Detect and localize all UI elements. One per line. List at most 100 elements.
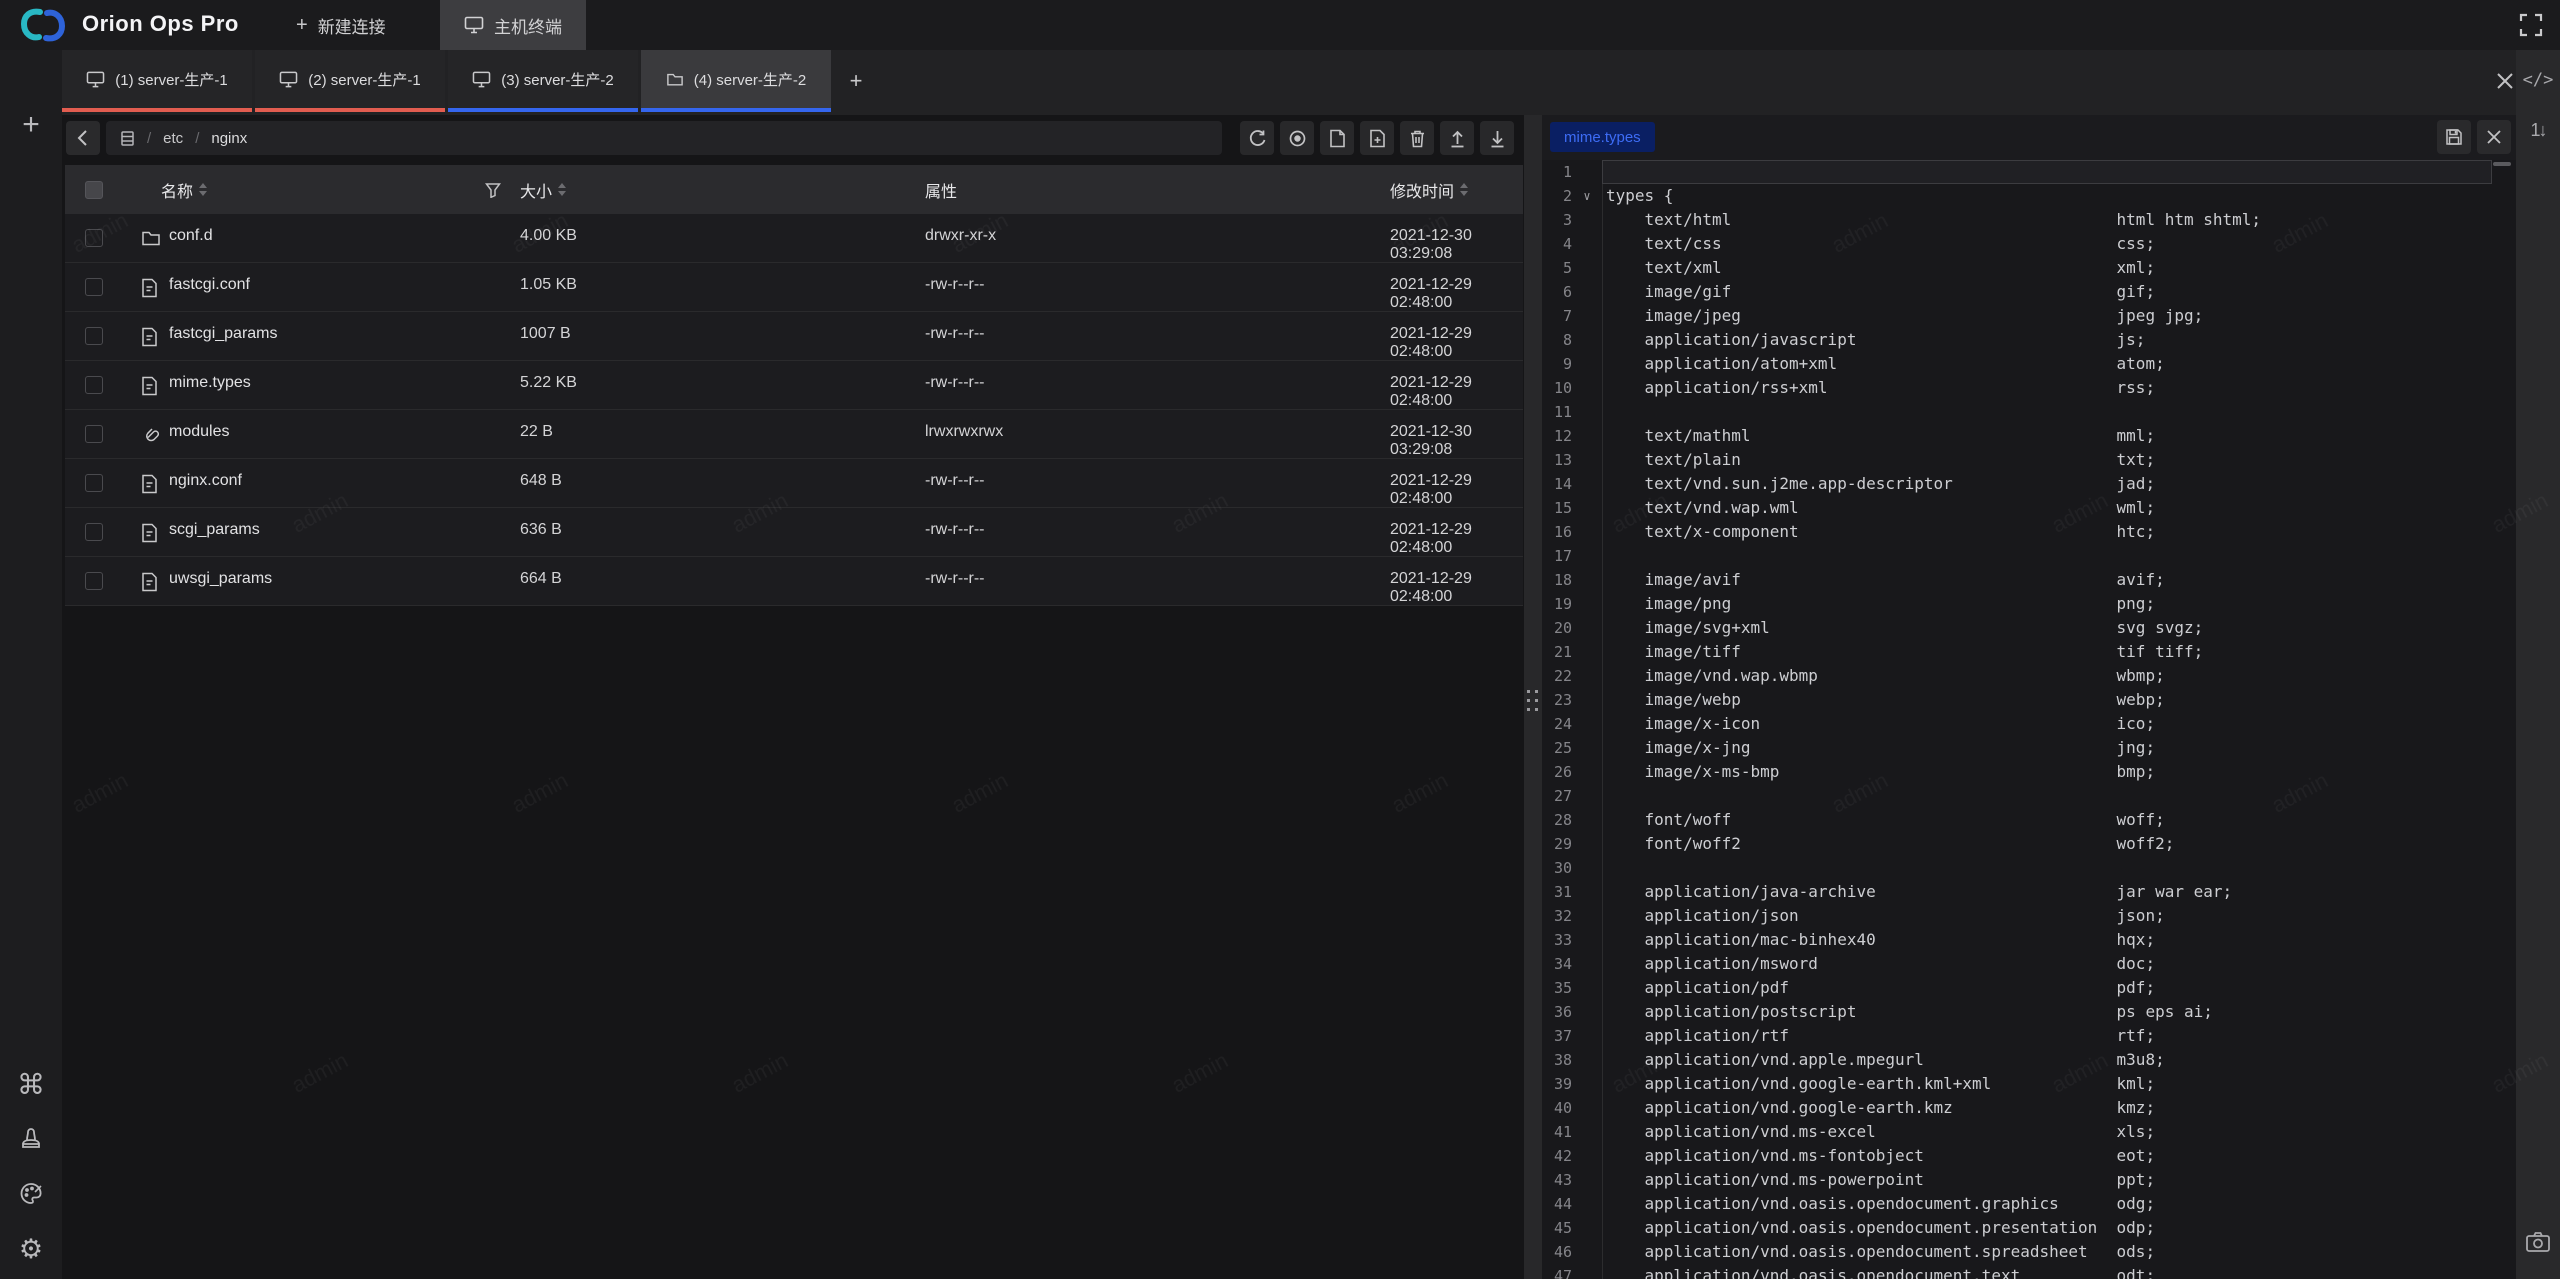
fold-chevron-icon[interactable] [1572,1240,1602,1264]
table-row[interactable]: conf.d 4.00 KB drwxr-xr-x 2021-12-30 03:… [65,214,1523,263]
fullscreen-icon[interactable] [2518,12,2544,38]
fold-chevron-icon[interactable] [1572,1216,1602,1240]
row-checkbox[interactable] [85,425,103,443]
fold-chevron-icon[interactable] [1572,328,1602,352]
fold-chevron-icon[interactable] [1572,1024,1602,1048]
fold-chevron-icon[interactable]: ∨ [1572,184,1602,208]
row-checkbox[interactable] [85,376,103,394]
fold-chevron-icon[interactable] [1572,736,1602,760]
upload-icon[interactable] [1440,121,1474,155]
panel-splitter[interactable] [1524,115,1542,1279]
fold-chevron-icon[interactable] [1572,568,1602,592]
sort-icon[interactable] [558,183,566,196]
fold-chevron-icon[interactable] [1572,904,1602,928]
fold-chevron-icon[interactable] [1572,376,1602,400]
fold-chevron-icon[interactable] [1572,160,1602,184]
new-file-icon[interactable] [1320,121,1354,155]
select-all-checkbox[interactable] [85,181,103,199]
refresh-icon[interactable] [1240,121,1274,155]
table-row[interactable]: mime.types 5.22 KB -rw-r--r-- 2021-12-29… [65,361,1523,410]
fold-chevron-icon[interactable] [1572,496,1602,520]
row-checkbox[interactable] [85,474,103,492]
fold-chevron-icon[interactable] [1572,280,1602,304]
fold-chevron-icon[interactable] [1572,352,1602,376]
fold-chevron-icon[interactable] [1572,1048,1602,1072]
fold-chevron-icon[interactable] [1572,400,1602,424]
fold-chevron-icon[interactable] [1572,856,1602,880]
fold-chevron-icon[interactable] [1572,304,1602,328]
table-row[interactable]: fastcgi.conf 1.05 KB -rw-r--r-- 2021-12-… [65,263,1523,312]
fold-chevron-icon[interactable] [1572,1096,1602,1120]
new-folder-icon[interactable] [1360,121,1394,155]
theme-palette-icon[interactable] [0,1180,62,1207]
trash-icon[interactable] [1400,121,1434,155]
file-name[interactable]: fastcgi_params [169,325,278,343]
file-name[interactable]: modules [169,423,229,441]
fold-chevron-icon[interactable] [1572,1000,1602,1024]
fold-chevron-icon[interactable] [1572,592,1602,616]
sort-order-icon[interactable]: 1↓ [2516,120,2560,141]
row-checkbox[interactable] [85,523,103,541]
save-icon[interactable] [2437,120,2471,154]
editor-file-tab[interactable]: mime.types [1550,122,1655,152]
fold-chevron-icon[interactable] [1572,1120,1602,1144]
close-editor-icon[interactable] [2477,120,2511,154]
table-row[interactable]: modules 22 B lrwxrwxrwx 2021-12-30 03:29… [65,410,1523,459]
table-row[interactable]: uwsgi_params 664 B -rw-r--r-- 2021-12-29… [65,557,1523,606]
file-name[interactable]: nginx.conf [169,472,242,490]
fold-chevron-icon[interactable] [1572,880,1602,904]
file-name[interactable]: conf.d [169,227,213,245]
row-checkbox[interactable] [85,572,103,590]
breadcrumb-segment-nginx[interactable]: nginx [211,130,247,147]
file-name[interactable]: fastcgi.conf [169,276,250,294]
fold-chevron-icon[interactable] [1572,544,1602,568]
session-tab[interactable]: (1) server-生产-1 [62,50,252,112]
fold-chevron-icon[interactable] [1572,448,1602,472]
splitter-grip-icon[interactable] [1527,690,1539,714]
fold-chevron-icon[interactable] [1572,616,1602,640]
sort-icon[interactable] [1460,183,1468,196]
fold-chevron-icon[interactable] [1572,664,1602,688]
row-checkbox[interactable] [85,327,103,345]
eye-icon[interactable] [1280,121,1314,155]
command-shortcut-icon[interactable]: ⌘ [0,1068,62,1101]
download-icon[interactable] [1480,121,1514,155]
code-view-icon[interactable]: </> [2516,70,2560,90]
fold-chevron-icon[interactable] [1572,784,1602,808]
fold-chevron-icon[interactable] [1572,832,1602,856]
fold-chevron-icon[interactable] [1572,208,1602,232]
fold-chevron-icon[interactable] [1572,232,1602,256]
new-tab-button[interactable]: + [834,50,878,112]
file-name[interactable]: scgi_params [169,521,260,539]
back-button[interactable] [66,121,100,155]
row-checkbox[interactable] [85,229,103,247]
filter-funnel-icon[interactable] [485,165,501,214]
file-name[interactable]: uwsgi_params [169,570,272,588]
table-row[interactable]: scgi_params 636 B -rw-r--r-- 2021-12-29 … [65,508,1523,557]
column-header-size[interactable]: 大小 [520,165,566,214]
fold-chevron-icon[interactable] [1572,424,1602,448]
add-icon[interactable]: + [0,108,62,142]
column-header-mtime[interactable]: 修改时间 [1390,165,1468,214]
breadcrumb[interactable]: / etc / nginx [106,121,1222,155]
breadcrumb-segment-etc[interactable]: etc [163,130,183,147]
sort-icon[interactable] [199,183,207,196]
fold-chevron-icon[interactable] [1572,1264,1602,1279]
fold-chevron-icon[interactable] [1572,976,1602,1000]
fold-chevron-icon[interactable] [1572,688,1602,712]
fold-chevron-icon[interactable] [1572,928,1602,952]
fold-chevron-icon[interactable] [1572,520,1602,544]
row-checkbox[interactable] [85,278,103,296]
user-stamp-icon[interactable] [0,1124,62,1150]
code-editor-content[interactable]: 1 2 ∨ types { 3 text/html html htm shtml… [1542,160,2516,1279]
new-connection-menu[interactable]: + 新建连接 [272,0,410,50]
session-tab[interactable]: (2) server-生产-1 [255,50,445,112]
column-header-name[interactable]: 名称 [161,165,207,214]
fold-chevron-icon[interactable] [1572,1168,1602,1192]
table-row[interactable]: fastcgi_params 1007 B -rw-r--r-- 2021-12… [65,312,1523,361]
close-panel-icon[interactable] [2492,68,2518,94]
fold-chevron-icon[interactable] [1572,640,1602,664]
fold-chevron-icon[interactable] [1572,760,1602,784]
fold-chevron-icon[interactable] [1572,808,1602,832]
fold-chevron-icon[interactable] [1572,1144,1602,1168]
